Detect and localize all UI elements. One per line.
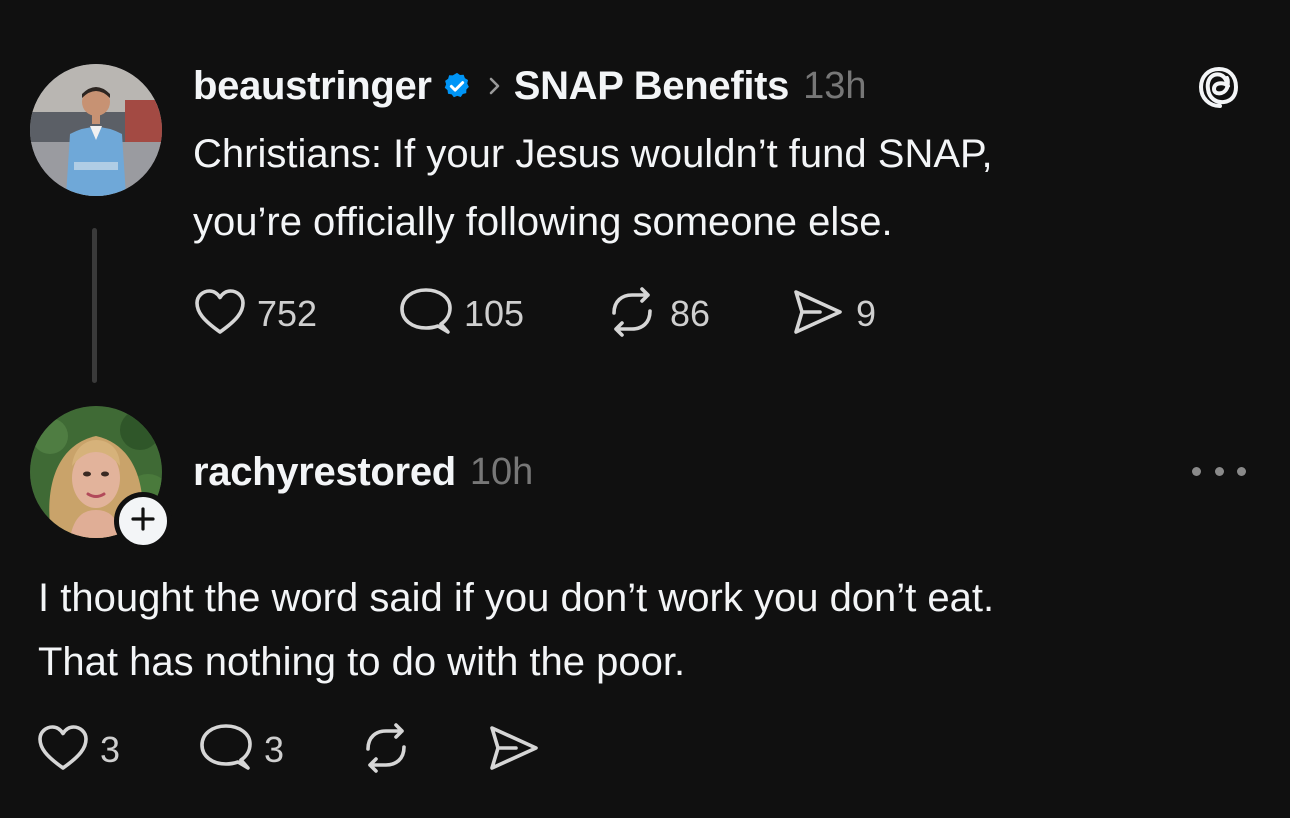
reply-body: I thought the word said if you don’t wor…	[38, 566, 1258, 694]
plus-icon	[130, 506, 156, 537]
post-body: Christians: If your Jesus wouldn’t fund …	[193, 120, 1193, 256]
verified-badge-icon	[442, 71, 472, 101]
reply-header: rachyrestored 10h	[193, 444, 533, 500]
comment-bubble-icon	[398, 286, 454, 343]
repost-count: 86	[670, 293, 711, 334]
reply-share-button[interactable]	[486, 722, 542, 778]
follow-button[interactable]	[114, 492, 172, 550]
share-count: 9	[856, 293, 877, 334]
repost-icon	[358, 721, 414, 780]
post-header: beaustringer SNAP Benefits 13h	[193, 58, 867, 114]
reply-button[interactable]: 105	[398, 286, 524, 342]
post-author-username[interactable]: beaustringer	[193, 64, 432, 109]
like-button[interactable]: 752	[193, 286, 317, 342]
share-button[interactable]: 9	[790, 286, 876, 342]
reply-count: 105	[464, 293, 525, 334]
topic-tag-link[interactable]: SNAP Benefits	[514, 64, 790, 109]
reply-text-line: That has nothing to do with the poor.	[38, 640, 686, 684]
threads-logo-icon[interactable]	[1194, 62, 1244, 112]
reply-author-username[interactable]: rachyrestored	[193, 450, 456, 495]
comment-bubble-icon	[198, 722, 254, 779]
like-count: 752	[257, 293, 318, 334]
heart-icon	[36, 723, 90, 778]
reply-repost-button[interactable]	[358, 722, 414, 778]
reply-reply-count: 3	[264, 729, 285, 770]
more-options-icon[interactable]	[1192, 456, 1246, 486]
reply-reply-button[interactable]: 3	[198, 722, 284, 778]
author-avatar[interactable]	[30, 64, 162, 196]
repost-icon	[604, 285, 660, 344]
thread-connector-line	[92, 228, 97, 383]
post-text-line: Christians: If your Jesus wouldn’t fund …	[193, 132, 993, 176]
send-icon	[486, 722, 542, 779]
heart-icon	[193, 287, 247, 342]
send-icon	[790, 286, 846, 343]
reply-like-button[interactable]: 3	[36, 722, 120, 778]
reply-timestamp: 10h	[469, 450, 534, 493]
post-timestamp: 13h	[803, 64, 867, 107]
post-text-line: you’re officially following someone else…	[193, 200, 893, 244]
chevron-right-icon	[488, 75, 502, 97]
reply-text-line: I thought the word said if you don’t wor…	[38, 576, 995, 620]
repost-button[interactable]: 86	[604, 286, 710, 342]
reply-like-count: 3	[100, 729, 121, 770]
